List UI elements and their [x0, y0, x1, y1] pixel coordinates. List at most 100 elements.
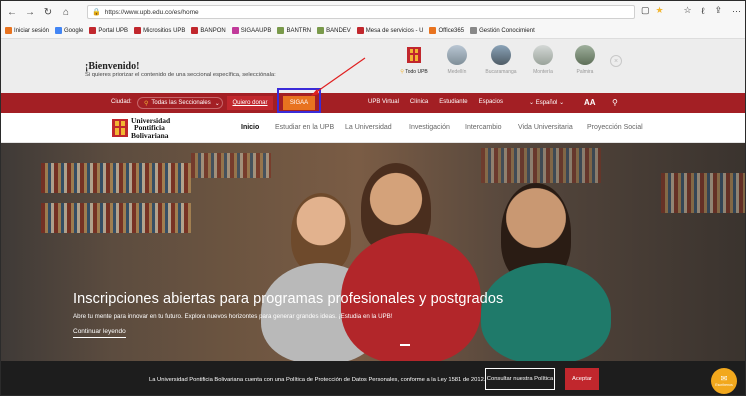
language-select[interactable]: ⌄ Español ⌄	[529, 99, 564, 106]
nav-vida-universitaria[interactable]: Vida Universitaria	[518, 124, 573, 131]
link-estudiante[interactable]: Estudiante	[439, 99, 467, 105]
link-upb-virtual[interactable]: UPB Virtual	[368, 99, 399, 105]
refresh-icon[interactable]: ↻	[41, 5, 55, 19]
forward-icon[interactable]: →	[23, 5, 37, 19]
chat-label: Escríbenos	[715, 383, 733, 387]
favorite-item[interactable]: Micrositios UPB	[134, 27, 185, 34]
favorite-icon	[89, 27, 97, 34]
carousel-indicator[interactable]	[400, 344, 410, 346]
collections-icon[interactable]: ℓ	[702, 6, 705, 16]
logo-line: Bolivariana	[131, 130, 169, 140]
favorite-label: Mesa de servicios - U	[365, 27, 424, 34]
sede-monteria[interactable]: Montería	[523, 45, 563, 75]
envelope-icon: ✉	[720, 374, 728, 383]
more-icon[interactable]: ···	[732, 6, 741, 16]
favorite-item[interactable]: Office365	[429, 27, 464, 34]
donate-button[interactable]: Quiero donar	[227, 96, 273, 110]
welcome-banner: ¡Bienvenido! Si quieres priorizar el con…	[1, 39, 745, 93]
student-photo	[481, 263, 611, 361]
nav-inicio[interactable]: Inicio	[241, 124, 259, 131]
language-label: Español	[535, 100, 558, 106]
chevron-down-icon: ⌄	[214, 100, 220, 107]
favorites-icon[interactable]: ☆	[683, 5, 691, 16]
monteria-photo	[533, 45, 553, 65]
nav-investigacion[interactable]: Investigación	[409, 124, 450, 131]
sede-palmira[interactable]: Palmira	[565, 45, 605, 75]
nav-intercambio[interactable]: Intercambio	[465, 124, 502, 131]
pin-icon: ⚲	[400, 69, 404, 75]
favorite-label: SIGAAUPB	[240, 27, 272, 34]
favorite-label: BANPON	[200, 27, 226, 34]
favorite-item[interactable]: BANDEV	[317, 27, 351, 34]
sede-label: Todo UPB	[405, 69, 428, 75]
palmira-photo	[575, 45, 595, 65]
favorite-icon	[231, 27, 239, 34]
welcome-subtitle: Si quieres priorizar el contenido de una…	[85, 72, 276, 78]
favorite-item[interactable]: BANTRN	[277, 27, 311, 34]
favorite-item[interactable]: Iniciar sesión	[5, 27, 49, 34]
link-clinica[interactable]: Clínica	[410, 99, 428, 105]
back-icon[interactable]: ←	[5, 5, 19, 19]
favorite-item[interactable]: SIGAAUPB	[231, 27, 272, 34]
reader-view-icon[interactable]: ▢	[641, 5, 650, 16]
bookshelf-image	[661, 173, 745, 213]
favorite-item[interactable]: Mesa de servicios - U	[356, 27, 424, 34]
chat-button[interactable]: ✉ Escríbenos	[711, 368, 737, 394]
favorite-icon	[317, 27, 325, 34]
search-icon[interactable]: ⚲	[612, 98, 618, 107]
bookshelf-image	[41, 163, 191, 193]
policy-button[interactable]: Consultar nuestra Política	[485, 368, 555, 390]
browser-toolbar: ← → ↻ ⌂ 🔒 https://www.upb.edu.co/es/home…	[1, 1, 745, 23]
font-size-toggle[interactable]: AA	[584, 98, 596, 107]
favorite-icon	[55, 27, 63, 34]
city-select[interactable]: ⚲ Todas las Seccionales ⌄	[137, 97, 223, 109]
medellin-photo	[447, 45, 467, 65]
utility-bar: Ciudad: ⚲ Todas las Seccionales ⌄ Quiero…	[1, 93, 745, 113]
chevron-down-icon: ⌄	[559, 100, 565, 106]
favorite-item[interactable]: Google	[55, 27, 83, 34]
accept-button[interactable]: Aceptar	[565, 368, 599, 390]
sede-label: Montería	[533, 69, 553, 75]
favorite-label: Office365	[438, 27, 465, 34]
sede-label: Bucaramanga	[485, 69, 517, 75]
sede-bucaramanga[interactable]: Bucaramanga	[481, 45, 521, 75]
pin-icon: ⚲	[144, 100, 149, 107]
bookshelf-image	[191, 153, 271, 178]
continue-reading-link[interactable]: Continuar leyendo	[73, 328, 126, 338]
nav-universidad[interactable]: La Universidad	[345, 124, 392, 131]
favorite-icon	[191, 27, 199, 34]
favorite-item[interactable]: BANPON	[191, 27, 226, 34]
favorite-star-icon[interactable]: ★	[656, 5, 664, 16]
nav-proyeccion-social[interactable]: Proyección Social	[587, 124, 643, 131]
sede-todo-upb[interactable]: ⚲ Todo UPB	[394, 45, 434, 75]
favorite-icon	[356, 27, 364, 34]
favorite-icon	[134, 27, 142, 34]
nav-estudiar[interactable]: Estudiar en la UPB	[275, 124, 334, 131]
hero-subtitle: Abre tu mente para innovar en tu futuro.…	[73, 313, 393, 320]
city-value: Todas las Seccionales	[151, 100, 211, 106]
lock-icon: 🔒	[92, 9, 101, 16]
upb-shield-icon	[404, 45, 424, 65]
sede-label: Palmira	[576, 69, 594, 75]
sede-label: Medellín	[447, 69, 467, 75]
welcome-title: ¡Bienvenido!	[85, 61, 140, 72]
chevron-down-icon: ⌄	[529, 100, 536, 106]
cookie-banner: La Universidad Pontificia Bolivariana cu…	[1, 361, 745, 395]
favorite-item[interactable]: Gestión Conocimient	[470, 27, 535, 34]
url-text: https://www.upb.edu.co/es/home	[104, 8, 199, 16]
logo-wordmark[interactable]: Universidad Pontificia Bolivariana	[131, 117, 170, 139]
bucaramanga-photo	[491, 45, 511, 65]
sede-medellin[interactable]: Medellín	[437, 45, 477, 75]
address-bar[interactable]: 🔒 https://www.upb.edu.co/es/home	[87, 5, 635, 19]
cookie-text: La Universidad Pontificia Bolivariana cu…	[149, 377, 486, 383]
link-espacios[interactable]: Espacios	[479, 99, 503, 105]
close-icon[interactable]: ×	[610, 55, 622, 67]
bookshelf-image	[41, 203, 191, 233]
favorite-icon	[5, 27, 12, 34]
share-icon[interactable]: ⇪	[714, 5, 722, 16]
highlight-box	[277, 88, 321, 113]
favorite-label: BANDEV	[326, 27, 351, 34]
home-icon[interactable]: ⌂	[59, 5, 73, 19]
favorite-item[interactable]: Portal UPB	[89, 27, 128, 34]
upb-logo-icon[interactable]	[111, 118, 129, 138]
